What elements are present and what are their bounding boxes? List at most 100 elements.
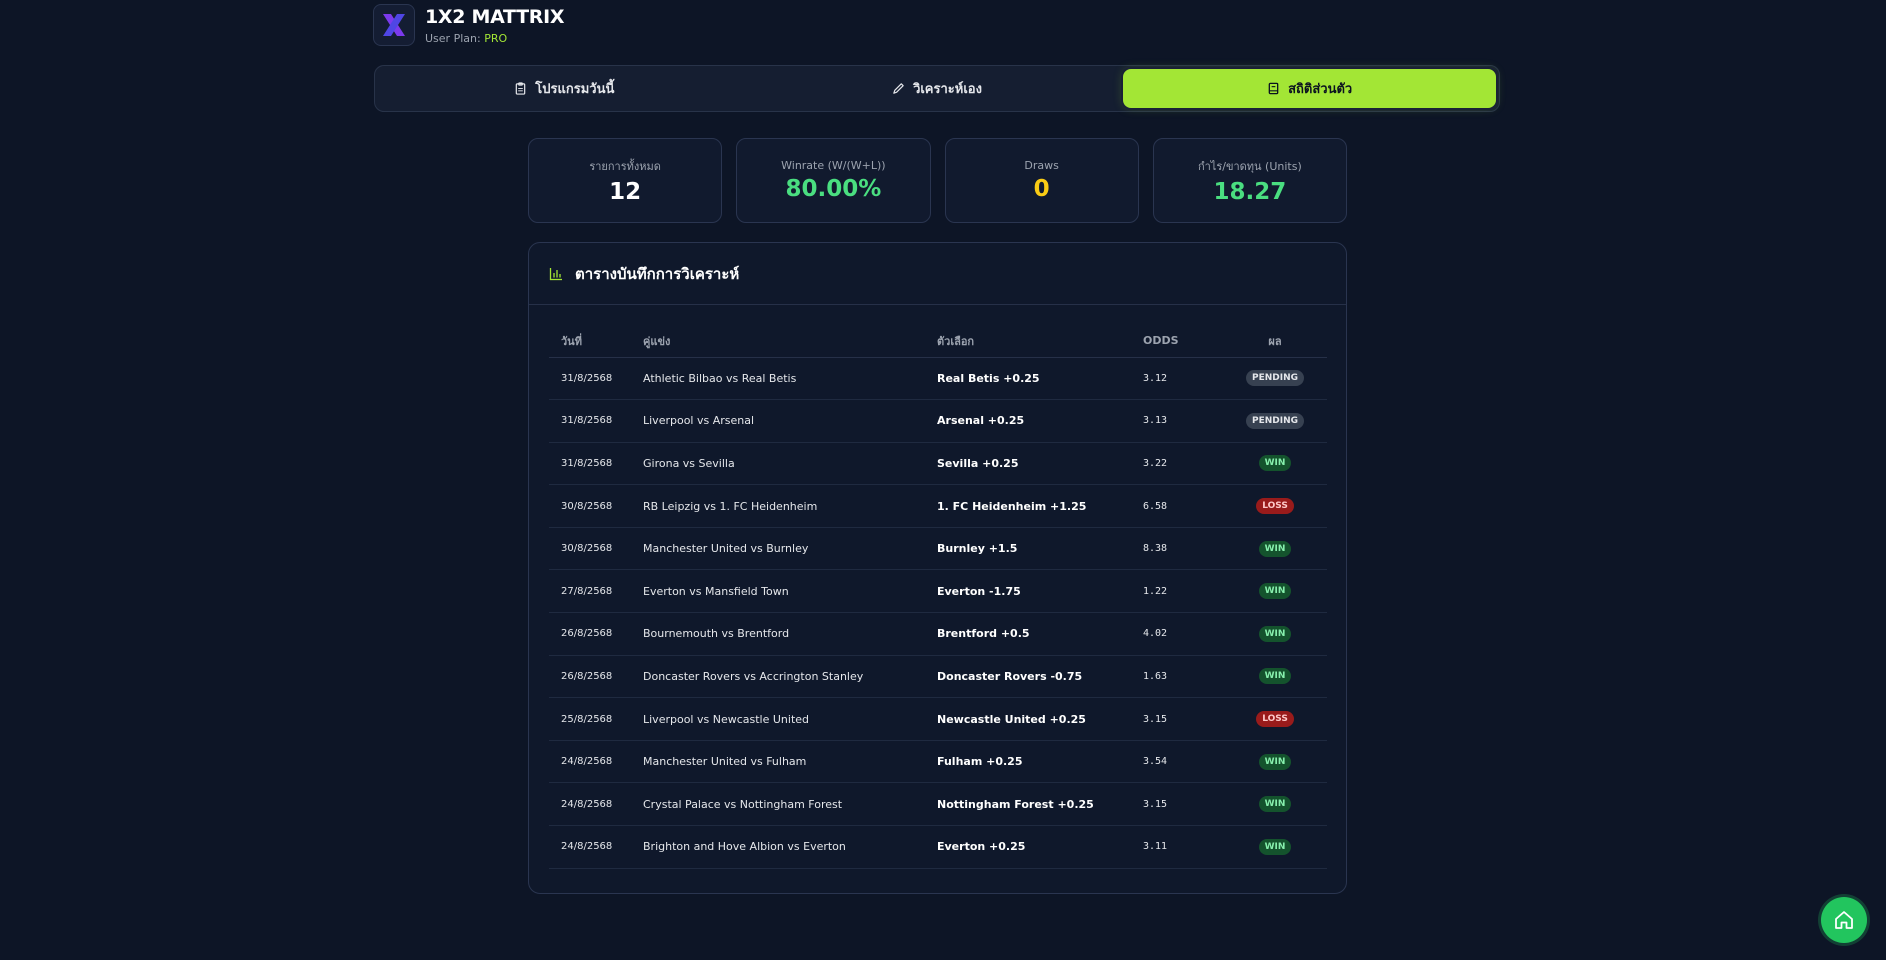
col-date: วันที่ [549,325,643,358]
tab-self-analysis[interactable]: วิเคราะห์เอง [751,69,1124,108]
row-match: Girona vs Sevilla [643,442,937,486]
table-row: 31/8/2568 Liverpool vs Arsenal Arsenal +0.… [549,399,1327,443]
row-date: 24/8/2568 [549,825,643,869]
row-odds: 3.12 [1143,357,1223,401]
analysis-log-panel: ตารางบันทึกการวิเคราะห์ วันที่ คู่แข่ง ต… [528,242,1347,894]
panel-header: ตารางบันทึกการวิเคราะห์ [529,243,1346,305]
status-badge: PENDING [1245,370,1304,387]
table-row: 31/8/2568 Girona vs Sevilla Sevilla +0.25 3… [549,442,1327,486]
row-pick: Sevilla +0.25 [937,442,1143,486]
row-match: Liverpool vs Arsenal [643,399,937,443]
plan-label: User Plan: [425,31,481,45]
stat-total-label: รายการทั้งหมด [589,159,661,173]
row-odds: 3.22 [1143,442,1223,486]
main-tabs: โปรแกรมวันนี้ วิเคราะห์เอง สถิติส่วนตัว [374,65,1500,112]
tab-stats-label: สถิติส่วนตัว [1288,82,1353,97]
table-row: 25/8/2568 Liverpool vs Newcastle United Ne… [549,697,1327,741]
row-date: 25/8/2568 [549,697,643,741]
tab-personal-stats[interactable]: สถิติส่วนตัว [1123,69,1497,108]
row-date: 24/8/2568 [549,782,643,827]
status-badge: LOSS [1256,498,1294,515]
row-match: Crystal Palace vs Nottingham Forest [643,782,937,827]
row-pick: Newcastle United +0.25 [937,697,1143,741]
row-odds: 8.38 [1143,527,1223,571]
row-match: Brighton and Hove Albion vs Everton [643,825,937,869]
row-pick: Everton +0.25 [937,825,1143,869]
row-date: 24/8/2568 [549,740,643,784]
app-title: 1X2 MATTRIX [425,5,565,28]
row-result: WIN [1223,740,1327,784]
row-result: WIN [1223,442,1327,486]
row-date: 31/8/2568 [549,442,643,486]
row-result: PENDING [1223,399,1327,443]
tab-analysis-label: วิเคราะห์เอง [913,82,982,97]
bar-chart-icon [549,267,562,280]
status-badge: LOSS [1256,711,1294,728]
row-match: Athletic Bilbao vs Real Betis [643,357,937,401]
book-icon [1268,82,1279,95]
table-row: 24/8/2568 Brighton and Hove Albion vs Eve… [549,825,1327,869]
row-pick: Burnley +1.5 [937,527,1143,571]
row-result: WIN [1223,782,1327,827]
row-odds: 4.02 [1143,612,1223,656]
plan-value: PRO [484,31,508,45]
home-icon [1835,911,1853,929]
col-pick: ตัวเลือก [937,325,1143,358]
stat-winrate: Winrate (W/(W+L)) 80.00% [736,138,931,223]
user-plan: User Plan: PRO [425,32,564,45]
stat-draws-value: 0 [1033,176,1050,202]
table-row: 30/8/2568 Manchester United vs Burnley Bur… [549,527,1327,571]
status-badge: WIN [1258,625,1292,642]
stats-row: รายการทั้งหมด 12 Winrate (W/(W+L)) 80.00… [528,138,1347,223]
stat-profit-value: 18.27 [1213,178,1287,205]
table-row: 24/8/2568 Manchester United vs Fulham Fulh… [549,740,1327,784]
row-result: WIN [1223,612,1327,656]
row-odds: 6.58 [1143,484,1223,528]
row-result: LOSS [1223,484,1327,528]
row-date: 30/8/2568 [549,484,643,528]
row-pick: Nottingham Forest +0.25 [937,782,1143,827]
clipboard-icon [515,82,526,95]
row-pick: 1. FC Heidenheim +1.25 [937,484,1143,528]
row-pick: Everton -1.75 [937,569,1143,614]
app-header: 1X2 MATTRIX User Plan: PRO [373,4,565,46]
status-badge: WIN [1258,455,1292,472]
col-match: คู่แข่ง [643,325,937,358]
app-logo[interactable] [373,4,415,46]
status-badge: PENDING [1245,412,1304,429]
x-logo-icon [383,14,405,36]
stat-profit-label: กำไร/ขาดทุน (Units) [1197,159,1302,173]
home-button[interactable] [1821,897,1867,943]
row-odds: 3.11 [1143,825,1223,869]
row-date: 27/8/2568 [549,569,643,614]
row-match: Manchester United vs Burnley [643,527,937,571]
table-header-row: วันที่ คู่แข่ง ตัวเลือก ODDS ผล [549,325,1327,358]
stat-profit: กำไร/ขาดทุน (Units) 18.27 [1152,138,1347,223]
status-badge: WIN [1258,668,1292,685]
status-badge: WIN [1258,753,1292,770]
row-match: Doncaster Rovers vs Accrington Stanley [643,655,937,699]
row-odds: 3.15 [1143,697,1223,741]
table-row: 26/8/2568 Bournemouth vs Brentford Brentfo… [549,612,1327,656]
row-date: 26/8/2568 [549,612,643,656]
tab-today-label: โปรแกรมวันนี้ [535,82,615,97]
row-date: 26/8/2568 [549,655,643,699]
row-odds: 3.15 [1143,782,1223,827]
row-match: Everton vs Mansfield Town [643,569,937,614]
row-result: WIN [1223,569,1327,614]
row-result: PENDING [1223,357,1327,401]
row-odds: 3.13 [1143,399,1223,443]
row-result: WIN [1223,655,1327,699]
row-date: 30/8/2568 [549,527,643,571]
stat-total-value: 12 [609,178,642,205]
col-result: ผล [1223,325,1327,358]
status-badge: WIN [1258,796,1292,813]
stat-draws: Draws 0 [944,138,1139,223]
status-badge: WIN [1258,540,1292,557]
pencil-icon [893,83,904,94]
row-match: RB Leipzig vs 1. FC Heidenheim [643,484,937,528]
tab-today-program[interactable]: โปรแกรมวันนี้ [378,69,751,108]
stat-winrate-label: Winrate (W/(W+L)) [781,159,886,172]
row-odds: 1.22 [1143,569,1223,614]
status-badge: WIN [1258,838,1292,855]
